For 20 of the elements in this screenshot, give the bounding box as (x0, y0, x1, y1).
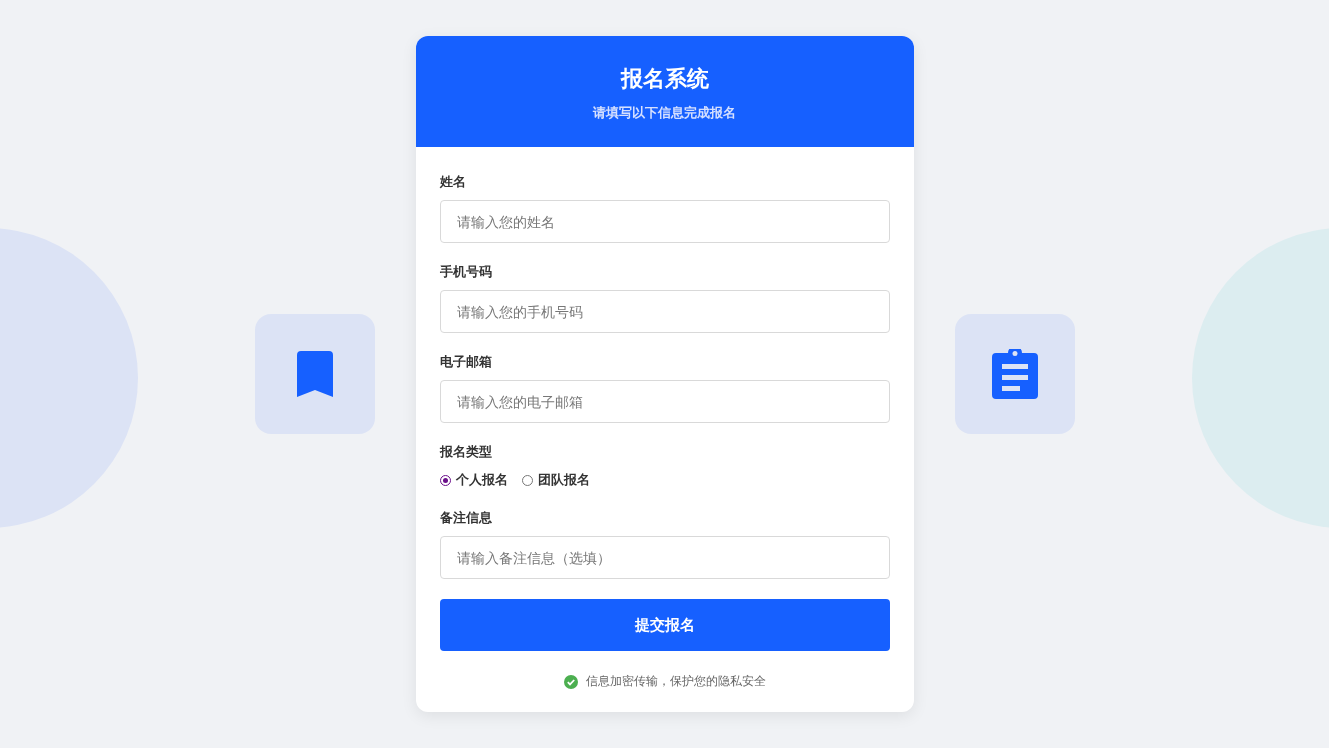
input-field[interactable]: 请输入您的手机号码 (439, 290, 890, 333)
check-icon (563, 674, 578, 689)
field-label: 手机号码 (439, 263, 493, 281)
radio-label: 团队报名 (537, 471, 590, 489)
radio-option[interactable]: 个人报名 (439, 471, 508, 489)
input-field[interactable]: 请输入备注信息（选填） (439, 536, 890, 579)
field-label: 报名类型 (439, 443, 493, 461)
field-label: 电子邮箱 (439, 353, 493, 371)
form-subtitle: 请填写以下信息完成报名 (591, 104, 737, 122)
security-note: 信息加密传输，保护您的隐私安全 (585, 673, 766, 690)
bookmark-icon (296, 351, 333, 397)
form-title: 报名系统 (619, 65, 710, 93)
field-label: 姓名 (439, 173, 467, 191)
radio-label: 个人报名 (455, 471, 508, 489)
clipboard-icon (991, 349, 1038, 399)
field-label: 备注信息 (439, 509, 493, 527)
input-field[interactable]: 请输入您的姓名 (439, 200, 890, 243)
radio-option[interactable]: 团队报名 (521, 471, 590, 489)
submit-button[interactable]: 提交报名 (439, 599, 890, 651)
input-field[interactable]: 请输入您的电子邮箱 (439, 380, 890, 423)
